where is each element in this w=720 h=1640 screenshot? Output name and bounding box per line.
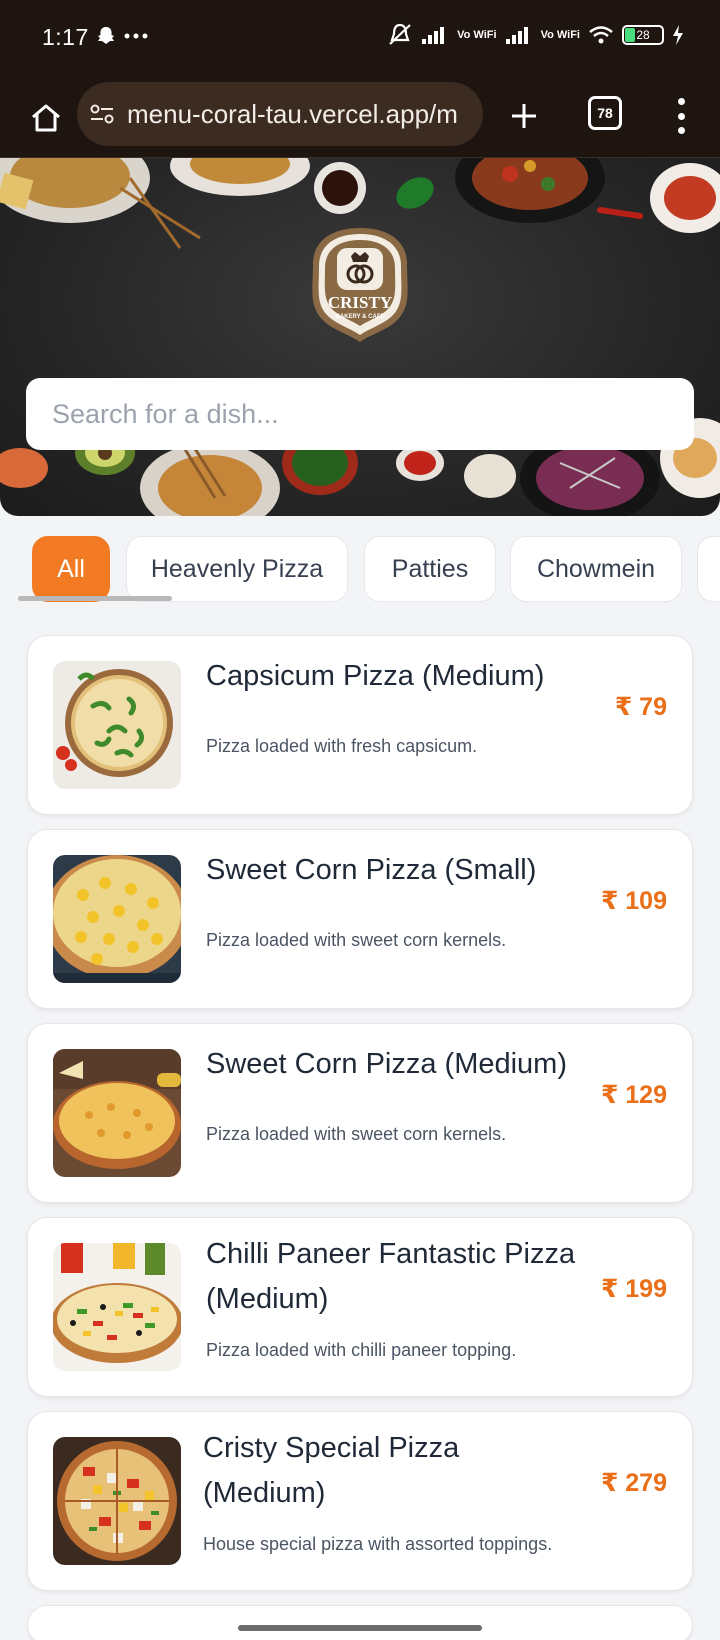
category-tab-chowmein[interactable]: Chowmein xyxy=(510,536,682,602)
item-name: Capsicum Pizza (Medium) xyxy=(206,660,545,692)
logo-tagline: BAKERY & CAFE xyxy=(335,314,384,320)
status-right-icons: Vo WiFi Vo WiFi 28 xyxy=(387,22,684,48)
hero-banner: CRISTY BAKERY & CAFE xyxy=(0,158,720,516)
item-description: Pizza loaded with sweet corn kernels. xyxy=(206,930,507,950)
menu-dot-icon xyxy=(677,127,685,134)
search-input[interactable] xyxy=(26,378,694,450)
item-name: Cristy Special Pizza (Medium) xyxy=(203,1432,460,1509)
item-image xyxy=(53,1437,181,1565)
sweet-corn-pizza-medium-image xyxy=(53,1049,181,1177)
item-price: ₹ 279 xyxy=(600,1469,667,1497)
url-text: menu-coral-tau.vercel.app/m xyxy=(127,98,458,129)
cristy-special-pizza-image xyxy=(53,1437,181,1565)
category-tab-next[interactable] xyxy=(697,536,720,602)
item-image xyxy=(53,661,181,789)
capsicum-pizza-image xyxy=(53,661,181,789)
menu-item-card[interactable] xyxy=(27,1605,693,1640)
item-description: Pizza loaded with fresh capsicum. xyxy=(206,736,478,756)
menu-item-card[interactable]: Cristy Special Pizza (Medium) House spec… xyxy=(27,1411,693,1591)
home-button[interactable] xyxy=(20,92,72,144)
url-bar[interactable]: menu-coral-tau.vercel.app/m xyxy=(77,82,483,146)
category-tab-all[interactable]: All xyxy=(32,536,110,602)
menu-item-card[interactable]: Sweet Corn Pizza (Medium) Pizza loaded w… xyxy=(27,1023,693,1203)
item-description: Pizza loaded with sweet corn kernels. xyxy=(206,1124,507,1144)
chilli-paneer-pizza-image xyxy=(53,1243,181,1371)
item-price: ₹ 109 xyxy=(600,887,667,915)
plus-icon xyxy=(512,104,536,128)
tab-switcher-button[interactable]: 78 xyxy=(588,96,622,130)
battery-indicator: 28 xyxy=(622,25,664,45)
item-description: Pizza loaded with chilli paneer topping. xyxy=(206,1340,517,1360)
category-scroll-indicator[interactable] xyxy=(18,596,172,601)
wifi-icon xyxy=(589,26,613,44)
home-icon xyxy=(32,104,60,132)
menu-dot-icon xyxy=(677,112,685,120)
site-settings-icon xyxy=(90,104,114,124)
status-left-icons xyxy=(96,26,148,46)
logo-emblem-icon: CRISTY BAKERY & CAFE xyxy=(312,228,408,342)
logo-name: CRISTY xyxy=(328,293,392,312)
vowifi-label-2: Vo WiFi xyxy=(540,29,580,41)
status-bar: 1:17 Vo WiFi Vo WiFi 28 xyxy=(0,0,720,80)
mute-bell-icon xyxy=(389,23,411,45)
signal-icon-2 xyxy=(505,27,528,44)
item-price: ₹ 79 xyxy=(614,693,667,721)
more-notifications-icon xyxy=(124,33,148,39)
item-description: House special pizza with assorted toppin… xyxy=(203,1534,553,1554)
item-name: Sweet Corn Pizza (Medium) xyxy=(206,1048,567,1080)
item-image xyxy=(53,1243,181,1371)
menu-item-card[interactable]: Chilli Paneer Fantastic Pizza (Medium) P… xyxy=(27,1217,693,1397)
menu-dot-icon xyxy=(677,98,685,105)
item-price: ₹ 129 xyxy=(600,1081,667,1109)
item-image xyxy=(53,855,181,983)
item-name: Sweet Corn Pizza (Small) xyxy=(206,854,537,886)
snapchat-ghost-icon xyxy=(98,27,114,44)
category-tab-patties[interactable]: Patties xyxy=(364,536,496,602)
menu-item-card[interactable]: Sweet Corn Pizza (Small) Pizza loaded wi… xyxy=(27,829,693,1009)
item-name: Chilli Paneer Fantastic Pizza (Medium) xyxy=(206,1238,576,1315)
charging-bolt-icon xyxy=(673,25,683,45)
category-tab-heavenly-pizza[interactable]: Heavenly Pizza xyxy=(126,536,348,602)
browser-toolbar: menu-coral-tau.vercel.app/m 78 xyxy=(0,80,720,158)
browser-menu-button[interactable] xyxy=(666,94,696,138)
cristy-logo: CRISTY BAKERY & CAFE xyxy=(307,226,413,344)
new-tab-button[interactable] xyxy=(500,92,548,140)
status-time: 1:17 xyxy=(42,24,89,50)
menu-item-card[interactable]: Capsicum Pizza (Medium) Pizza loaded wit… xyxy=(27,635,693,815)
item-price: ₹ 199 xyxy=(600,1275,667,1303)
item-image xyxy=(53,1049,181,1177)
vowifi-label: Vo WiFi xyxy=(457,29,497,41)
sweet-corn-pizza-image xyxy=(53,855,181,983)
gesture-home-indicator[interactable] xyxy=(238,1625,482,1631)
signal-icon xyxy=(422,27,445,44)
